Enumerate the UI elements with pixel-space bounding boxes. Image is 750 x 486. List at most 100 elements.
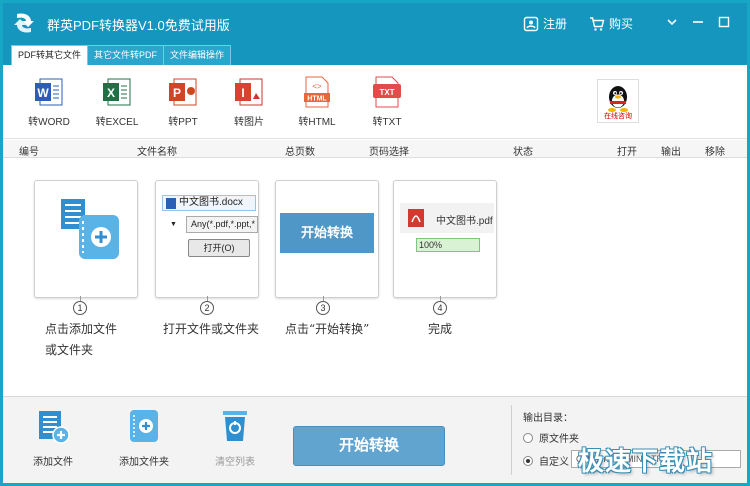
online-consult-button[interactable]: 在线咨询 [597, 79, 639, 123]
svg-text:TXT: TXT [379, 88, 394, 97]
radio-original-dot [523, 432, 533, 443]
excel-icon: X [103, 78, 131, 106]
sample-pdf-name: 中文图书.pdf [436, 216, 493, 227]
step-1-number: 1 [73, 296, 87, 315]
to-image-button[interactable]: I 转图片 [219, 75, 279, 128]
buy-label: 购买 [609, 17, 634, 31]
step-4-text-line1: 完成 [428, 322, 453, 336]
sample-pdf-row: 中文图书.pdf [400, 203, 494, 233]
add-folder-icon [130, 410, 158, 442]
step-2-text-line1: 打开文件或文件夹 [163, 322, 260, 336]
online-consult-label: 在线咨询 [604, 113, 632, 120]
add-file-label: 添加文件 [33, 457, 73, 468]
step-4-number: 4 [433, 296, 447, 315]
menu-button[interactable] [663, 13, 681, 31]
chevron-down-icon [667, 19, 677, 26]
step-3-text: 点击“开始转换” [285, 319, 369, 340]
clear-list-button[interactable]: 清空列表 [215, 407, 255, 468]
to-ppt-button[interactable]: P 转PPT [153, 75, 213, 128]
step-4-text: 完成 [428, 319, 452, 340]
to-txt-button[interactable]: TXT 转TXT [357, 75, 417, 128]
col-output: 输出 [661, 147, 681, 158]
col-open: 打开 [617, 147, 637, 158]
step-2-card: 中文图书.docx ▼ Any(*.pdf,*.ppt,* 打开(O) [155, 180, 259, 298]
step-3-card: 开始转换 [275, 180, 379, 298]
buy-button[interactable]: 购买 [589, 15, 633, 32]
cart-icon [590, 16, 605, 31]
step-1-text: 点击添加文件 或文件夹 [45, 319, 117, 361]
sample-open-button: 打开(O) [188, 239, 250, 257]
add-file-button[interactable]: 添加文件 [33, 407, 73, 468]
step-1-text-line2: 或文件夹 [45, 343, 94, 357]
svg-text:I: I [241, 86, 244, 100]
to-html-label: 转HTML [298, 117, 336, 128]
col-file-name: 文件名称 [137, 147, 177, 158]
step-2-text: 打开文件或文件夹 [163, 319, 259, 340]
radio-original-label: 原文件夹 [539, 434, 579, 445]
trash-icon [223, 411, 247, 441]
to-txt-label: 转TXT [372, 117, 402, 128]
bottom-divider [511, 405, 512, 475]
word-icon: W [35, 78, 63, 106]
register-button[interactable]: 注册 [523, 15, 567, 32]
maximize-button[interactable] [715, 13, 733, 31]
tab-file-edit[interactable]: 文件编辑操作 [163, 45, 232, 65]
col-page-selection: 页码选择 [369, 147, 409, 158]
window-title: 群英PDF转换器V1.0免费试用版 [47, 18, 230, 33]
radio-original-folder[interactable]: 原文件夹 [523, 430, 579, 445]
site-watermark: 极速下载站 [578, 447, 714, 477]
app-logo-icon [14, 13, 34, 33]
add-folder-button[interactable]: 添加文件夹 [119, 407, 169, 468]
add-file-illustration-icon [61, 199, 119, 259]
minimize-icon [693, 21, 703, 23]
sample-file-row: 中文图书.docx [162, 195, 256, 211]
add-folder-label: 添加文件夹 [119, 457, 169, 468]
step-3-text-line1: 点击“开始转换” [285, 322, 370, 336]
svg-text:P: P [173, 86, 181, 100]
pdf-icon [408, 209, 424, 227]
register-label: 注册 [543, 17, 568, 31]
radio-custom-label: 自定义 [539, 457, 569, 468]
step-2-number: 2 [200, 296, 214, 315]
svg-text:X: X [107, 86, 115, 100]
to-excel-button[interactable]: X 转EXCEL [87, 75, 147, 128]
svg-text:HTML: HTML [307, 96, 327, 103]
progress-text: 100% [419, 240, 443, 250]
title-bar: 群英PDF转换器V1.0免费试用版 注册 购买 [3, 3, 747, 43]
svg-text:<>: <> [312, 82, 322, 91]
radio-custom-dot [523, 455, 533, 466]
ppt-icon: P [169, 78, 197, 106]
sample-progress-bar: 100% [416, 238, 480, 252]
register-icon [523, 16, 539, 31]
col-status: 状态 [513, 147, 533, 158]
image-icon: I [235, 78, 263, 106]
file-list-header: 编号 文件名称 总页数 页码选择 状态 打开 输出 移除 [3, 140, 747, 158]
file-type-filter: Any(*.pdf,*.ppt,* [186, 216, 258, 233]
start-convert-button[interactable]: 开始转换 [293, 426, 445, 466]
col-total-pages: 总页数 [285, 147, 315, 158]
minimize-button[interactable] [689, 13, 707, 31]
step-3-number: 3 [316, 296, 330, 315]
col-remove: 移除 [705, 147, 725, 158]
radio-custom-folder[interactable]: 自定义 [523, 453, 569, 468]
html-icon: <> HTML [304, 76, 330, 108]
to-word-button[interactable]: W 转WORD [19, 75, 79, 128]
clear-list-label: 清空列表 [215, 457, 255, 468]
close-button[interactable] [739, 13, 745, 31]
word-file-icon [166, 198, 176, 209]
tab-pdf-to-other[interactable]: PDF转其它文件 [11, 45, 89, 65]
maximize-icon [718, 16, 730, 28]
txt-icon: TXT [373, 76, 401, 108]
to-html-button[interactable]: <> HTML 转HTML [287, 75, 347, 128]
tab-bar: PDF转其它文件 其它文件转PDF 文件编辑操作 [3, 43, 747, 65]
app-window: 群英PDF转换器V1.0免费试用版 注册 购买 PDF转其它文件 其它文件转PD… [3, 3, 747, 483]
step-1-text-line1: 点击添加文件 [45, 322, 118, 336]
file-list-area[interactable]: 1 点击添加文件 或文件夹 中文图书.docx ▼ Any(*.pdf,*.pp… [3, 158, 747, 396]
to-image-label: 转图片 [234, 117, 264, 128]
tab-other-to-pdf[interactable]: 其它文件转PDF [87, 45, 165, 65]
step-4-card: 中文图书.pdf 100% [393, 180, 497, 298]
qq-penguin-icon [608, 86, 628, 112]
step-1-card [34, 180, 138, 298]
output-dir-label: 输出目录： [523, 413, 573, 424]
to-word-label: 转WORD [28, 117, 70, 128]
